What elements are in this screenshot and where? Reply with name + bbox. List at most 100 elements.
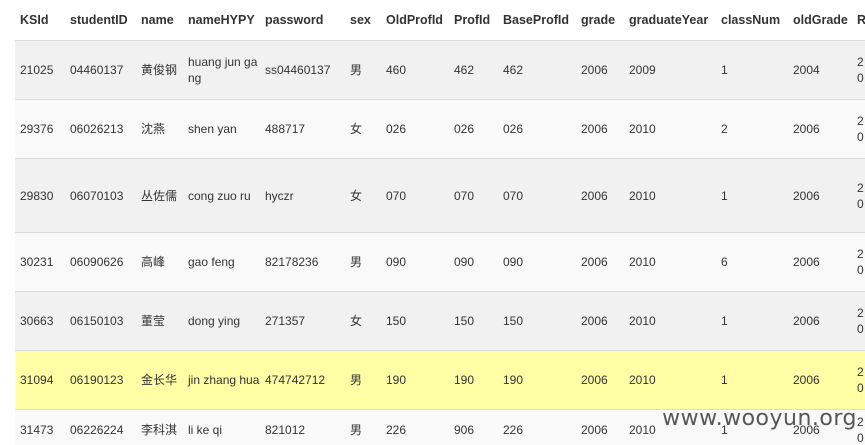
table-row: 30231 06090626 高峰 gao feng 82178236 男 090 090 09… (15, 232, 865, 292)
student-table: KSId studentID name nameHYPY password se… (15, 0, 865, 445)
col-header-namehypy: nameHYPY (188, 13, 255, 27)
table-cell: 190 (498, 350, 576, 410)
table-cell: 474742712 (260, 350, 345, 410)
table-cell: 2 0 (852, 40, 865, 100)
table-cell: 090 (449, 232, 498, 292)
col-header-password: password (265, 13, 324, 27)
table-cell: 026 (381, 99, 449, 159)
table-cell: 30663 (15, 291, 65, 351)
table-cell: 2 0 (852, 99, 865, 159)
table-row: 30663 06150103 董莹 dong ying 271357 女 150 150 150… (15, 291, 865, 351)
table-cell: 06190123 (65, 350, 136, 410)
table-cell: 21025 (15, 40, 65, 100)
table-cell: 2 0 (852, 158, 865, 233)
student-table-container: KSId studentID name nameHYPY password se… (15, 0, 865, 445)
table-cell: 1 (716, 40, 788, 100)
table-cell: 070 (449, 158, 498, 233)
table-cell: 2009 (624, 40, 716, 100)
table-cell: 女 (345, 158, 381, 233)
table-cell: 1 (716, 291, 788, 351)
col-header-name: name (141, 13, 174, 27)
col-header-profid: ProfId (454, 13, 491, 27)
table-cell: 82178236 (260, 232, 345, 292)
table-cell: 226 (498, 409, 576, 445)
table-cell: li ke qi (183, 409, 260, 445)
table-cell: 女 (345, 99, 381, 159)
table-cell: 男 (345, 409, 381, 445)
table-cell: 2006 (576, 99, 624, 159)
table-cell: 150 (498, 291, 576, 351)
table-cell: 04460137 (65, 40, 136, 100)
table-cell: 2006 (576, 40, 624, 100)
table-cell: 2 0 (852, 232, 865, 292)
col-header-grade: grade (581, 13, 616, 27)
table-cell: huang jun gang (183, 40, 260, 100)
col-header-classnum: classNum (721, 13, 781, 27)
table-cell: 黄俊钢 (136, 40, 183, 100)
table-cell: 2010 (624, 350, 716, 410)
table-cell: 男 (345, 350, 381, 410)
table-cell: cong zuo ru (183, 158, 260, 233)
table-cell: 06070103 (65, 158, 136, 233)
table-cell: ss04460137 (260, 40, 345, 100)
col-header-oldgrade: oldGrade (793, 13, 848, 27)
table-cell: 男 (345, 232, 381, 292)
table-cell: 1 (716, 350, 788, 410)
col-header-baseprofid: BaseProfId (503, 13, 569, 27)
table-cell: 090 (381, 232, 449, 292)
table-cell: jin zhang hua (183, 350, 260, 410)
table-cell: shen yan (183, 99, 260, 159)
table-cell: 150 (449, 291, 498, 351)
table-row: 29830 06070103 丛佐儒 cong zuo ru hyczr 女 070 070 0… (15, 158, 865, 233)
table-cell: 026 (449, 99, 498, 159)
table-cell: 2006 (788, 158, 852, 233)
table-cell: hyczr (260, 158, 345, 233)
table-row: 31094 06190123 金长华 jin zhang hua 474742712 男 1… (15, 350, 865, 410)
table-cell: 金长华 (136, 350, 183, 410)
table-cell: 2004 (788, 40, 852, 100)
table-cell: 460 (381, 40, 449, 100)
table-cell: 2006 (788, 232, 852, 292)
table-cell: 男 (345, 40, 381, 100)
table-cell: 821012 (260, 409, 345, 445)
table-cell: 2006 (576, 291, 624, 351)
table-cell: 女 (345, 291, 381, 351)
table-header-row: KSId studentID name nameHYPY password se… (15, 0, 865, 41)
table-cell: gao feng (183, 232, 260, 292)
watermark: www.wooyun.org (662, 406, 857, 431)
table-cell: 2010 (624, 232, 716, 292)
table-cell: 06026213 (65, 99, 136, 159)
table-cell: 06150103 (65, 291, 136, 351)
col-header-ksid: KSId (20, 13, 49, 27)
table-cell: 2006 (788, 291, 852, 351)
table-cell: 1 (716, 158, 788, 233)
table-cell: 906 (449, 409, 498, 445)
col-header-sex: sex (350, 13, 371, 27)
table-cell: 226 (381, 409, 449, 445)
table-cell: 2010 (624, 99, 716, 159)
table-cell: 2 0 (852, 291, 865, 351)
table-cell: 董莹 (136, 291, 183, 351)
table-cell: 2006 (576, 350, 624, 410)
col-header-graduateyear: graduateYear (629, 13, 709, 27)
col-header-oldprofid: OldProfId (386, 13, 443, 27)
table-cell: 李科淇 (136, 409, 183, 445)
table-body: 21025 04460137 黄俊钢 huang jun gang ss04460137… (15, 40, 865, 445)
table-cell: 高峰 (136, 232, 183, 292)
col-header-studentid: studentID (70, 13, 128, 27)
col-header-r: R (852, 0, 865, 41)
table-cell: 2 (716, 99, 788, 159)
table-cell: 2006 (788, 99, 852, 159)
table-cell: 2006 (576, 409, 624, 445)
table-cell: 2 0 (852, 350, 865, 410)
table-cell: 150 (381, 291, 449, 351)
table-cell: 070 (498, 158, 576, 233)
table-cell: 271357 (260, 291, 345, 351)
table-cell: 06226224 (65, 409, 136, 445)
table-row: 21025 04460137 黄俊钢 huang jun gang ss04460137… (15, 40, 865, 100)
table-cell: 2006 (576, 158, 624, 233)
table-cell: 31473 (15, 409, 65, 445)
table-cell: 6 (716, 232, 788, 292)
table-cell: 2006 (576, 232, 624, 292)
table-cell: 06090626 (65, 232, 136, 292)
